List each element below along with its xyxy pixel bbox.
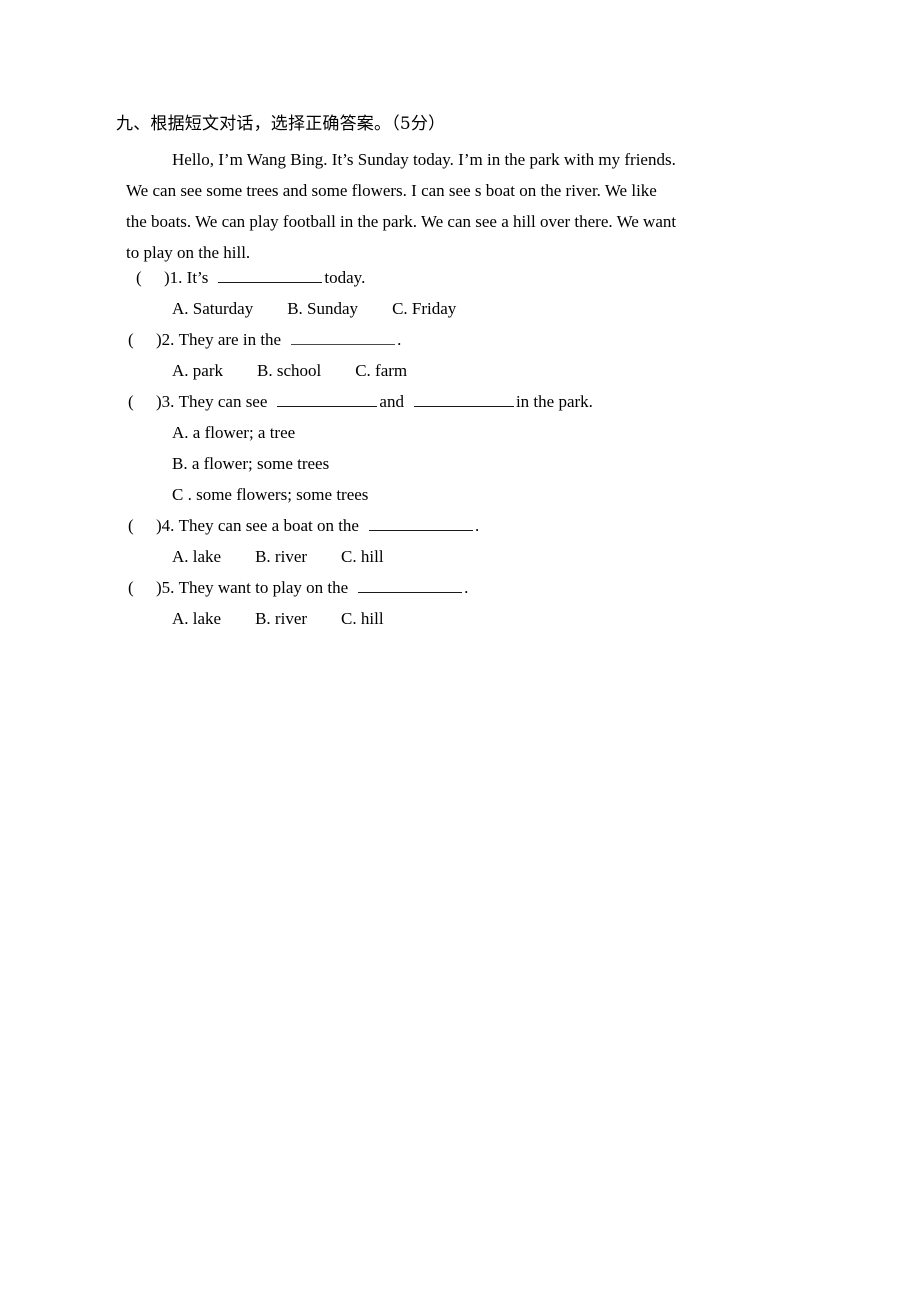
- passage-line: to play on the hill.: [126, 237, 742, 268]
- option-3-b[interactable]: B. a flower; some trees: [172, 454, 329, 474]
- answer-bracket-1[interactable]: (: [136, 268, 164, 288]
- passage-line-text: We can see some trees and some flowers. …: [126, 181, 657, 200]
- option-3-a[interactable]: A. a flower; a tree: [172, 423, 295, 443]
- options-row-3c: C . some flowers; some trees: [0, 485, 920, 516]
- option-1-a[interactable]: A. Saturday: [172, 299, 253, 319]
- passage-line: We can see some trees and some flowers. …: [126, 175, 742, 206]
- option-2-c[interactable]: C. farm: [355, 361, 407, 381]
- option-5-a[interactable]: A. lake: [172, 609, 221, 629]
- question-number-4: 4.: [161, 516, 175, 535]
- question-stem-3-after: in the park.: [515, 392, 593, 411]
- answer-blank-5[interactable]: [358, 578, 463, 593]
- option-5-c[interactable]: C. hill: [341, 609, 384, 629]
- question-number-5: 5.: [161, 578, 175, 597]
- question-stem-1-after: today.: [324, 268, 366, 287]
- answer-bracket-3[interactable]: (: [128, 392, 156, 412]
- section-heading: 九、根据短文对话，选择正确答案。（5分）: [116, 114, 446, 134]
- passage-line-text: Hello, I’m Wang Bing. It’s Sunday today.…: [172, 150, 676, 169]
- options-row-3a: A. a flower; a tree: [0, 423, 920, 454]
- question-number-2: 2.: [161, 330, 175, 349]
- question-4[interactable]: ()4. They can see a boat on the.: [0, 516, 920, 547]
- question-2[interactable]: ()2. They are in the.: [0, 330, 920, 361]
- answer-blank-3b[interactable]: [413, 392, 514, 407]
- answer-blank-2[interactable]: [291, 330, 396, 345]
- question-stem-4-after: .: [474, 516, 480, 535]
- option-3-c[interactable]: C . some flowers; some trees: [172, 485, 368, 505]
- answer-bracket-2[interactable]: (: [128, 330, 156, 350]
- answer-blank-4[interactable]: [368, 516, 473, 531]
- option-2-b[interactable]: B. school: [257, 361, 321, 381]
- question-stem-3-middle: and: [379, 392, 404, 411]
- passage-line: the boats. We can play football in the p…: [126, 206, 742, 237]
- question-stem-3: They can see: [178, 392, 268, 411]
- passage-line-text: to play on the hill.: [126, 243, 251, 262]
- bracket-open: (: [128, 392, 134, 411]
- question-1[interactable]: ()1. It’s today.: [0, 268, 920, 299]
- option-5-b[interactable]: B. river: [255, 609, 307, 629]
- question-stem-5-after: .: [464, 578, 469, 597]
- bracket-open: (: [128, 330, 134, 349]
- question-stem-5: They want to play on the: [178, 578, 349, 597]
- answer-blank-1[interactable]: [218, 268, 323, 283]
- question-stem-2: They are in the: [178, 330, 282, 349]
- passage-line: Hello, I’m Wang Bing. It’s Sunday today.…: [126, 144, 742, 175]
- answer-bracket-5[interactable]: (: [128, 578, 156, 598]
- question-number-1: 1.: [169, 268, 183, 287]
- bracket-open: (: [128, 516, 134, 535]
- question-stem-4: They can see a boat on the: [178, 516, 359, 535]
- answer-blank-3a[interactable]: [277, 392, 378, 407]
- question-5[interactable]: ()5. They want to play on the.: [0, 578, 920, 609]
- options-row-1: A. Saturday B. Sunday C. Friday: [0, 299, 920, 330]
- option-4-b[interactable]: B. river: [255, 547, 307, 567]
- options-row-4: A. lake B. river C. hill: [0, 547, 920, 578]
- question-3[interactable]: ()3. They can see and in the park.: [0, 392, 920, 423]
- option-2-a[interactable]: A. park: [172, 361, 223, 381]
- reading-passage: Hello, I’m Wang Bing. It’s Sunday today.…: [126, 144, 742, 268]
- answer-bracket-4[interactable]: (: [128, 516, 156, 536]
- option-4-c[interactable]: C. hill: [341, 547, 384, 567]
- passage-line-text: the boats. We can play football in the p…: [126, 212, 677, 231]
- option-4-a[interactable]: A. lake: [172, 547, 221, 567]
- exam-page: 九、根据短文对话，选择正确答案。（5分） Hello, I’m Wang Bin…: [0, 0, 920, 1302]
- question-stem-1: It’s: [186, 268, 209, 287]
- options-row-5: A. lake B. river C. hill: [0, 609, 920, 640]
- question-list: ()1. It’s today. A. Saturday B. Sunday C. F…: [0, 268, 920, 640]
- question-stem-2-after: .: [397, 330, 402, 349]
- bracket-open: (: [136, 268, 142, 287]
- option-1-c[interactable]: C. Friday: [392, 299, 456, 319]
- options-row-3b: B. a flower; some trees: [0, 454, 920, 485]
- bracket-open: (: [128, 578, 134, 597]
- options-row-2: A. park B. school C. farm: [0, 361, 920, 392]
- question-number-3: 3.: [161, 392, 175, 411]
- option-1-b[interactable]: B. Sunday: [287, 299, 358, 319]
